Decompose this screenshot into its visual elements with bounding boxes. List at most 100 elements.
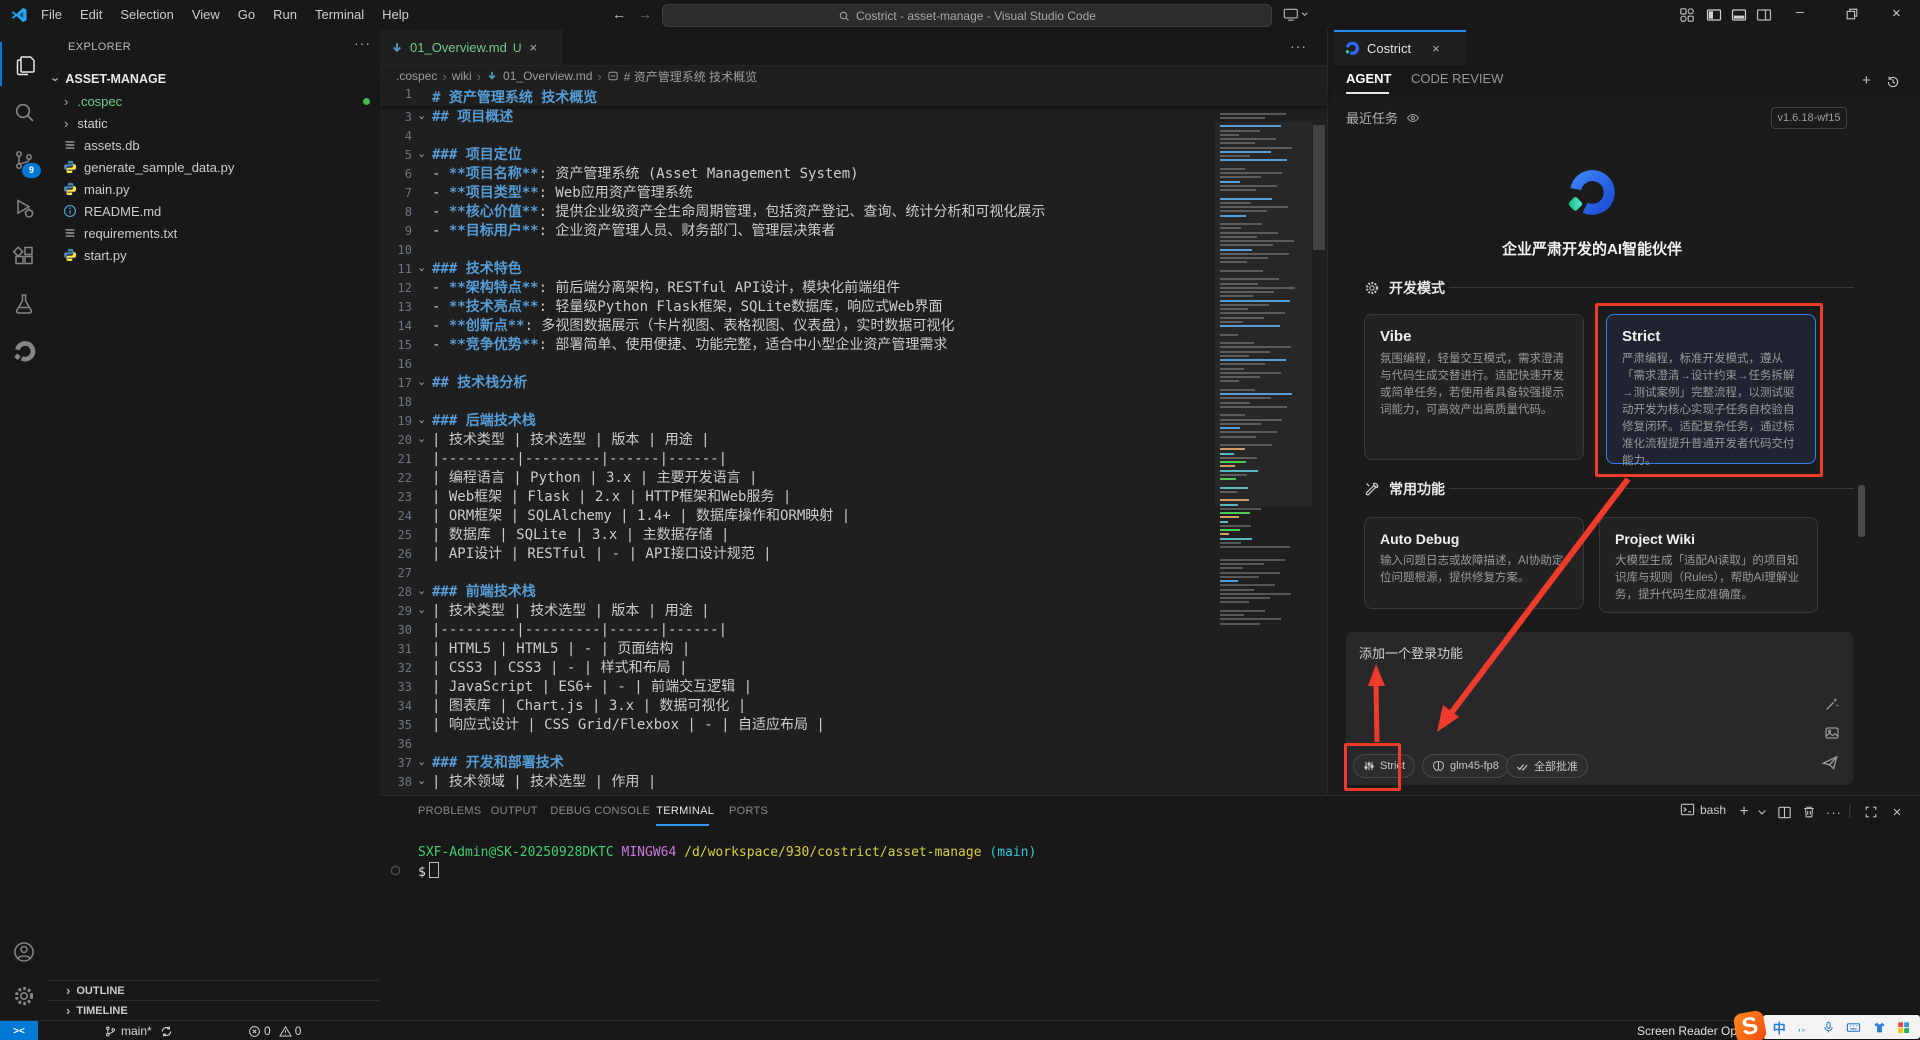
- mode-card-vibe[interactable]: Vibe氛围编程，轻量交互模式，需求澄清与代码生成交替进行。适配快速开发或简单任…: [1364, 314, 1584, 460]
- terminal-more-actions-icon[interactable]: ···: [1825, 803, 1843, 821]
- fold-chevron-icon[interactable]: ›: [413, 264, 432, 276]
- window-restore-button[interactable]: [1845, 7, 1859, 21]
- code-line-25[interactable]: 25| 数据库 | SQLite | 3.x | 主数据存储 |: [380, 526, 1215, 545]
- fold-chevron-icon[interactable]: ›: [413, 112, 432, 124]
- file-item-generate-sample-data.py[interactable]: generate_sample_data.py: [48, 156, 380, 178]
- ime-skin-icon[interactable]: [1873, 1021, 1886, 1034]
- panel-scrollbar-thumb[interactable]: [1858, 485, 1865, 537]
- chat-input-text[interactable]: 添加一个登录功能: [1359, 643, 1463, 662]
- new-task-icon[interactable]: +: [1862, 75, 1871, 87]
- code-line-3[interactable]: 3›## 项目概述: [380, 108, 1215, 127]
- panel-tab-debug-console[interactable]: DEBUG CONSOLE: [550, 805, 650, 817]
- menu-file[interactable]: File: [32, 0, 71, 30]
- menu-help[interactable]: Help: [373, 0, 418, 30]
- code-editor-content[interactable]: 3›## 项目概述45›### 项目定位6- **项目名称**: 资产管理系统 …: [380, 108, 1215, 795]
- code-line-29[interactable]: 29›| 技术类型 | 技术选型 | 版本 | 用途 |: [380, 602, 1215, 621]
- command-center-search[interactable]: Costrict - asset-manage - Visual Studio …: [662, 4, 1272, 27]
- costrict-nav-tab-code-review[interactable]: CODE REVIEW: [1411, 71, 1503, 86]
- editor-scrollbar[interactable]: [1312, 87, 1326, 795]
- eye-icon[interactable]: [1406, 111, 1420, 125]
- split-terminal-icon[interactable]: [1775, 803, 1793, 821]
- panel-tab-ports[interactable]: PORTS: [729, 805, 768, 817]
- ime-toolbar[interactable]: 中 ，。: [1763, 1015, 1920, 1039]
- problems-item[interactable]: 0 0: [248, 1021, 301, 1040]
- activity-item-accounts[interactable]: [0, 930, 48, 974]
- code-line-27[interactable]: 27: [380, 564, 1215, 583]
- ime-lang-toggle[interactable]: 中: [1773, 1018, 1786, 1037]
- terminal-shell-item[interactable]: bash: [1680, 802, 1726, 817]
- file-item-start.py[interactable]: start.py: [48, 244, 380, 266]
- breadcrumb-item[interactable]: .cospec: [396, 69, 437, 83]
- maximize-panel-icon[interactable]: [1862, 803, 1880, 821]
- breadcrumb[interactable]: .cospec›wiki›01_Overview.md›# 资产管理系统 技术概…: [380, 65, 1327, 87]
- timeline-section[interactable]: › TIMELINE: [48, 1000, 380, 1020]
- code-line-15[interactable]: 15- **竞争优势**: 部署简单、使用便捷、功能完整，适合中小型企业资产管理…: [380, 336, 1215, 355]
- breadcrumb-item[interactable]: # 资产管理系统 技术概览: [624, 68, 757, 85]
- code-line-17[interactable]: 17›## 技术栈分析: [380, 374, 1215, 393]
- code-line-36[interactable]: 36: [380, 735, 1215, 754]
- ime-punctuation-toggle[interactable]: ，。: [1797, 1021, 1811, 1034]
- tab-close-icon[interactable]: ×: [530, 40, 538, 55]
- fold-chevron-icon[interactable]: ›: [413, 758, 432, 770]
- editor-scrollbar-thumb[interactable]: [1313, 125, 1325, 250]
- code-line-38[interactable]: 38›| 技术领域 | 技术选型 | 作用 |: [380, 773, 1215, 792]
- nav-forward-icon[interactable]: →: [638, 6, 652, 22]
- terminal-content[interactable]: SXF-Admin@SK-20250928DKTC MINGW64 /d/wor…: [418, 844, 1036, 882]
- breadcrumb-item[interactable]: 01_Overview.md: [503, 69, 592, 83]
- code-line-13[interactable]: 13- **技术亮点**: 轻量级Python Flask框架，SQLite数据…: [380, 298, 1215, 317]
- code-line-37[interactable]: 37›### 开发和部署技术: [380, 754, 1215, 773]
- code-line-30[interactable]: 30|---------|---------|------|------|: [380, 621, 1215, 640]
- file-item-requirements.txt[interactable]: requirements.txt: [48, 222, 380, 244]
- code-line-7[interactable]: 7- **项目类型**: Web应用资产管理系统: [380, 184, 1215, 203]
- menu-go[interactable]: Go: [229, 0, 264, 30]
- explorer-more-actions-icon[interactable]: ···: [354, 35, 371, 51]
- history-icon[interactable]: [1886, 75, 1900, 89]
- send-icon[interactable]: [1821, 754, 1839, 772]
- fold-chevron-icon[interactable]: ›: [413, 777, 432, 789]
- code-line-24[interactable]: 24| ORM框架 | SQLAlchemy | 1.4+ | 数据库操作和OR…: [380, 507, 1215, 526]
- code-line-12[interactable]: 12- **架构特点**: 前后端分离架构，RESTful API设计，模块化前…: [380, 279, 1215, 298]
- close-panel-icon[interactable]: ×: [1888, 803, 1906, 821]
- code-line-18[interactable]: 18: [380, 393, 1215, 412]
- fold-chevron-icon[interactable]: ›: [413, 587, 432, 599]
- code-line-26[interactable]: 26| API设计 | RESTful | - | API接口设计规范 |: [380, 545, 1215, 564]
- approve-all-button[interactable]: 全部批准: [1506, 754, 1588, 778]
- code-line-19[interactable]: 19›### 后端技术栈: [380, 412, 1215, 431]
- file-item-static[interactable]: ›static: [48, 112, 380, 134]
- code-line-5[interactable]: 5›### 项目定位: [380, 146, 1215, 165]
- terminal-dropdown-icon[interactable]: [1753, 803, 1771, 821]
- customize-layout-icon[interactable]: [1679, 7, 1695, 23]
- new-terminal-icon[interactable]: +: [1735, 803, 1753, 821]
- microphone-icon[interactable]: [1822, 1021, 1835, 1034]
- activity-item-search[interactable]: [0, 90, 48, 134]
- git-branch-item[interactable]: main*: [104, 1021, 173, 1040]
- code-line-11[interactable]: 11›### 技术特色: [380, 260, 1215, 279]
- chat-input-box[interactable]: 添加一个登录功能 Strict glm45-fp8 全部批准: [1346, 632, 1853, 785]
- activity-item-testing[interactable]: [0, 282, 48, 326]
- breadcrumb-item[interactable]: wiki: [452, 69, 472, 83]
- code-line-31[interactable]: 31| HTML5 | HTML5 | - | 页面结构 |: [380, 640, 1215, 659]
- menu-terminal[interactable]: Terminal: [306, 0, 373, 30]
- keyboard-icon[interactable]: [1846, 1020, 1861, 1035]
- activity-item-costrict[interactable]: [0, 330, 48, 374]
- sogou-ime-logo[interactable]: S: [1733, 1010, 1768, 1040]
- fold-chevron-icon[interactable]: ›: [413, 378, 432, 390]
- activity-item-explorer[interactable]: [0, 42, 50, 86]
- code-line-8[interactable]: 8- **核心价值**: 提供企业级资产全生命周期管理，包括资产登记、查询、统计…: [380, 203, 1215, 222]
- code-line-9[interactable]: 9- **目标用户**: 企业资产管理人员、财务部门、管理层决策者: [380, 222, 1215, 241]
- file-item-.cospec[interactable]: ›.cospec: [48, 90, 380, 112]
- costrict-nav-tab-agent[interactable]: AGENT: [1346, 71, 1392, 86]
- code-line-10[interactable]: 10: [380, 241, 1215, 260]
- costrict-tab[interactable]: Costrict ×: [1334, 30, 1466, 65]
- fold-chevron-icon[interactable]: ›: [413, 150, 432, 162]
- activity-item-run-debug[interactable]: [0, 186, 48, 230]
- toggle-secondary-sidebar-icon[interactable]: [1756, 7, 1772, 23]
- code-line-4[interactable]: 4: [380, 127, 1215, 146]
- toggle-panel-icon[interactable]: [1731, 7, 1747, 23]
- code-line-21[interactable]: 21|---------|---------|------|------|: [380, 450, 1215, 469]
- window-close-button[interactable]: ×: [1892, 5, 1901, 22]
- window-minimize-button[interactable]: –: [1796, 3, 1804, 19]
- panel-tab-problems[interactable]: PROBLEMS: [418, 805, 482, 817]
- activity-item-extensions[interactable]: [0, 234, 48, 278]
- toggle-sidebar-icon[interactable]: [1706, 7, 1722, 23]
